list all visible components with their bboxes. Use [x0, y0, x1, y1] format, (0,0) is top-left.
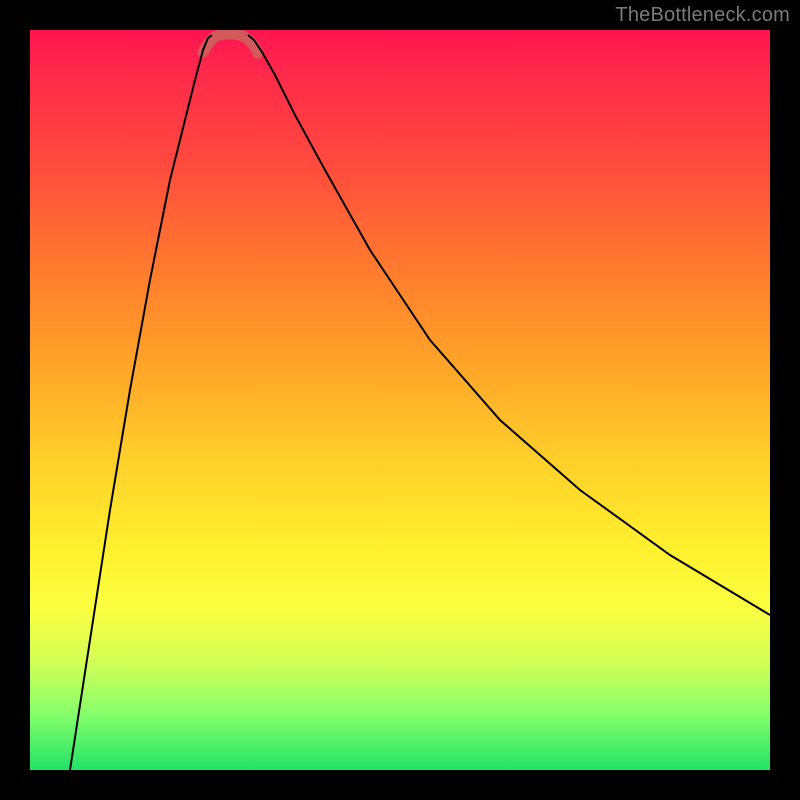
chart-stage: TheBottleneck.com — [0, 0, 800, 800]
watermark-text: TheBottleneck.com — [615, 4, 790, 27]
curve-layer — [30, 30, 770, 770]
plot-area — [30, 30, 770, 770]
left-branch-path — [70, 35, 212, 770]
right-branch-path — [248, 35, 770, 615]
